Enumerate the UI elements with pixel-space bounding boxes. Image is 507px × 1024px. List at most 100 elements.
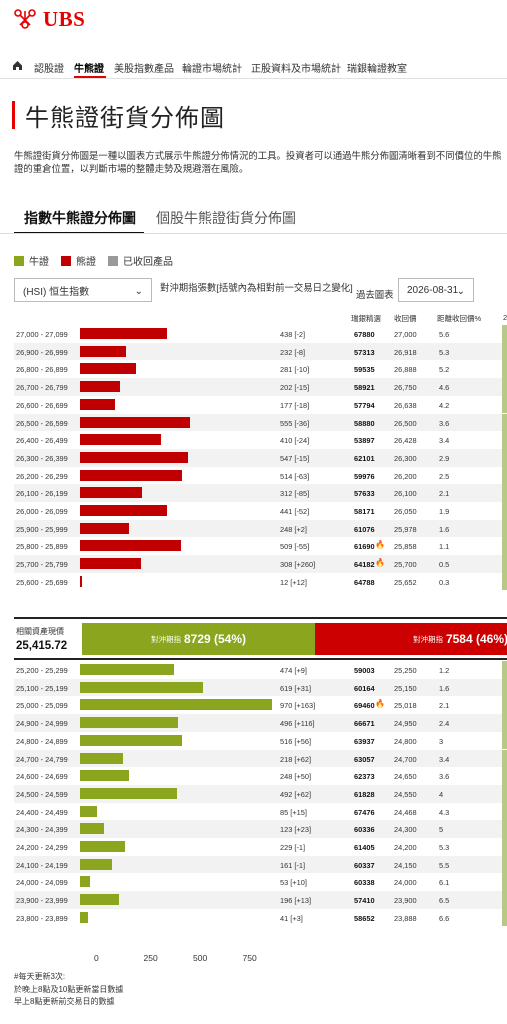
underlying-select-value: (HSI) 恒生指數: [23, 286, 90, 298]
bull-bar: [80, 841, 126, 852]
note-line: 早上8點更新前交易日的數據: [14, 997, 115, 1006]
distance-to-recall: 3.4: [439, 436, 450, 446]
ubs-pick-code[interactable]: 61828: [354, 790, 375, 799]
ubs-pick-code[interactable]: 63057: [354, 755, 375, 764]
ubs-pick-code[interactable]: 58880: [354, 419, 375, 428]
edge-indicator: [502, 908, 507, 927]
bear-row: 26,500 - 26,599 555 [-36] 58880 26,500 3.6: [14, 413, 507, 432]
hedge-count: 970 [+163]: [280, 701, 316, 711]
bull-bar: [80, 717, 179, 729]
nav-item-warrant-stats[interactable]: 輪證市場統計: [182, 60, 242, 75]
ubs-pick-code[interactable]: 57633: [354, 489, 375, 498]
bear-row: 26,100 - 26,199 312 [-85] 57633 26,100 2.1: [14, 484, 507, 502]
underlying-select[interactable]: (HSI) 恒生指數 ⌄: [14, 278, 152, 302]
ubs-pick-code[interactable]: 63937: [354, 737, 375, 746]
tab-index-cbbc[interactable]: 指數牛熊證分佈圖: [24, 208, 136, 228]
ubs-pick-code[interactable]: 57410: [354, 896, 375, 905]
ubs-pick-code[interactable]: 62101: [354, 454, 375, 463]
hedge-count: 177 [-18]: [280, 400, 310, 410]
ubs-pick-code[interactable]: 60338: [354, 878, 375, 887]
date-select[interactable]: 2026-08-31 ⌄: [398, 278, 474, 302]
ubs-pick-code[interactable]: 69460: [354, 701, 375, 710]
price-range: 25,900 - 25,999: [16, 524, 68, 534]
edge-indicator: [502, 572, 507, 591]
ubs-pick-code[interactable]: 60337: [354, 861, 375, 870]
bull-row: 24,200 - 24,299 229 [-1] 61405 24,200 5.3: [14, 838, 507, 856]
ubs-pick-code[interactable]: 67476: [354, 808, 375, 817]
bull-bar: [80, 823, 105, 835]
legend-bear: 熊證: [61, 253, 96, 268]
ubs-pick-code[interactable]: 58921: [354, 383, 375, 392]
distance-to-recall: 1.6: [439, 524, 450, 534]
ubs-pick-code[interactable]: 58171: [354, 507, 375, 516]
edge-indicator: [502, 661, 507, 679]
col-header-code: 瑞銀精選: [351, 314, 381, 323]
edge-indicator: [502, 802, 507, 821]
ubs-pick-code[interactable]: 67880: [354, 330, 375, 339]
ubs-pick-code[interactable]: 59535: [354, 365, 375, 374]
ubs-pick-code[interactable]: 64182: [354, 560, 375, 569]
hedge-count: 514 [-63]: [280, 471, 310, 481]
ubs-pick-code[interactable]: 66671: [354, 719, 375, 728]
nav-item-education[interactable]: 瑞銀輪證教室: [347, 60, 407, 75]
edge-indicator: [502, 714, 507, 732]
ubs-pick-code[interactable]: 60336: [354, 825, 375, 834]
ubs-pick-code[interactable]: 58652: [354, 914, 375, 923]
legend-recalled: 已收回產品: [108, 253, 173, 268]
price-range: 24,700 - 24,799: [16, 754, 68, 764]
ubs-logo[interactable]: UBS: [11, 7, 85, 31]
recall-price: 26,300: [394, 453, 417, 463]
bull-bar: [80, 699, 273, 711]
page-title: 牛熊證街貨分佈圖: [12, 100, 225, 132]
ubs-pick-code[interactable]: 61405: [354, 843, 375, 852]
nav-item-cbbc[interactable]: 牛熊證: [74, 60, 104, 75]
ubs-pick-code[interactable]: 62373: [354, 772, 375, 781]
bull-bar: [80, 858, 112, 870]
legend-bull: 牛證: [14, 253, 49, 268]
tab-stock-cbbc[interactable]: 個股牛熊證街貨分佈圖: [156, 208, 296, 228]
home-icon[interactable]: [12, 60, 23, 74]
hedge-count: 41 [+3]: [280, 913, 303, 923]
bull-bar: [80, 770, 130, 782]
bear-bar: [80, 363, 136, 375]
recall-price: 27,000: [394, 330, 417, 339]
hedge-count: 441 [-52]: [280, 507, 310, 516]
legend-label-bull: 牛證: [29, 257, 49, 268]
edge-indicator: [502, 838, 507, 856]
price-range: 27,000 - 27,099: [16, 330, 68, 339]
ubs-pick-code[interactable]: 64788: [354, 578, 375, 587]
hedge-ratio-bull-value: 8729 (54%): [183, 632, 247, 646]
hedge-count: 218 [+62]: [280, 754, 312, 764]
bear-bar: [80, 575, 83, 587]
price-range: 26,800 - 26,899: [16, 365, 68, 375]
ubs-pick-code[interactable]: 53897: [354, 436, 375, 445]
chart-controls: (HSI) 恒生指數 ⌄ 對沖期指張數[括號內為相對前一交易日之變化] 過去圖表…: [14, 278, 507, 308]
update-notes: #每天更新3次: 於晚上8點及10點更新當日數據 早上8點更新前交易日的數據: [14, 971, 123, 1009]
ubs-pick-code[interactable]: 59976: [354, 472, 375, 481]
bull-row: 25,100 - 25,199 619 [+31] 60164 25,150 1.6: [14, 678, 507, 697]
bull-row: 24,400 - 24,499 85 [+15] 67476 24,468 4.3: [14, 802, 507, 821]
nav-item-warrants[interactable]: 認股證: [34, 60, 64, 75]
edge-indicator: [502, 678, 507, 697]
nav-item-us-index[interactable]: 美股指數產品: [114, 60, 174, 75]
ubs-pick-code[interactable]: 60164: [354, 684, 375, 693]
ubs-pick-code[interactable]: 59003: [354, 666, 375, 675]
distance-to-recall: 4.3: [439, 807, 450, 817]
ubs-pick-code[interactable]: 61076: [354, 525, 375, 534]
distance-to-recall: 3.6: [439, 418, 450, 428]
nav-item-stock-stats[interactable]: 正股資料及市場統計: [251, 60, 341, 75]
bull-row: 25,200 - 25,299 474 [+9] 59003 25,250 1.2: [14, 661, 507, 679]
edge-indicator: [502, 820, 507, 838]
price-range: 26,100 - 26,199: [16, 489, 68, 499]
col-header-recall: 收回價: [394, 314, 417, 323]
hedge-count: 85 [+15]: [280, 807, 307, 817]
hedge-count: 123 [+23]: [280, 825, 312, 835]
ubs-pick-code[interactable]: 61690: [354, 542, 375, 551]
recall-price: 26,428: [394, 436, 417, 446]
ubs-pick-code[interactable]: 57794: [354, 401, 375, 410]
hedge-count: 12 [+12]: [280, 577, 307, 587]
bear-bar: [80, 328, 167, 339]
ubs-pick-code[interactable]: 57313: [354, 348, 375, 357]
bull-row: 24,300 - 24,399 123 [+23] 60336 24,300 5: [14, 820, 507, 838]
recall-price: 26,500: [394, 418, 417, 428]
